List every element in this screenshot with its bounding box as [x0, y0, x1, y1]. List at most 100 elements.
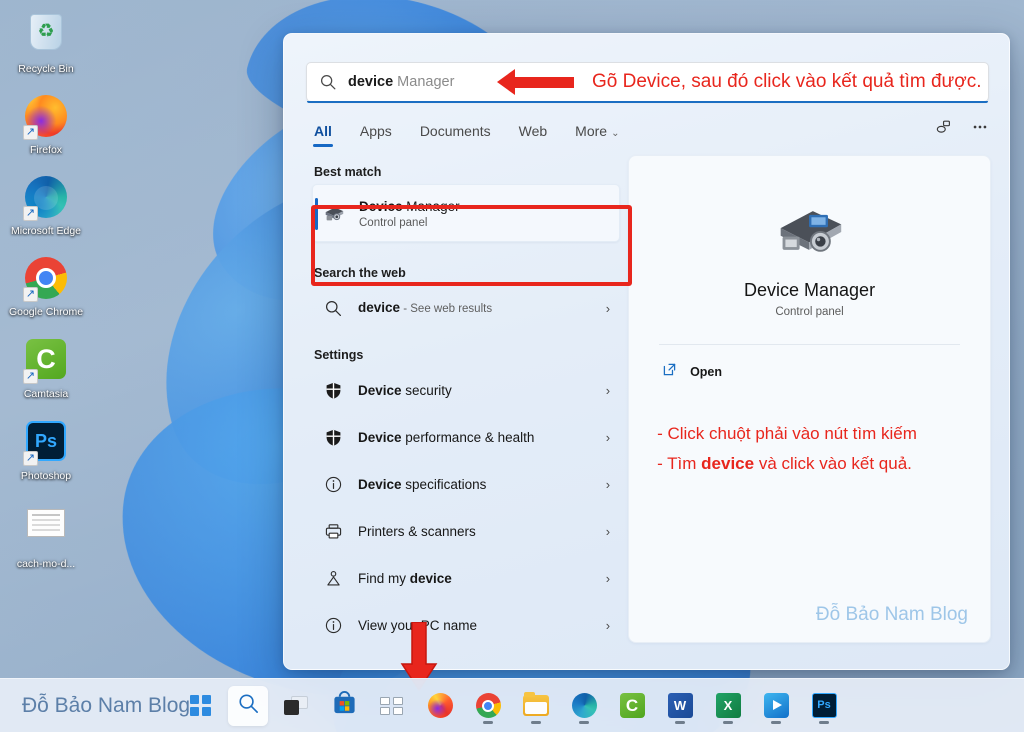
- annotation-line-2-bold: device: [701, 454, 755, 473]
- preview-subtitle: Control panel: [775, 306, 844, 318]
- photoshop-icon: [811, 693, 837, 718]
- photoshop-icon: ↗: [23, 421, 69, 467]
- result-title-rest: Manager: [402, 198, 460, 214]
- word-icon: [667, 693, 693, 718]
- settings-item-view-your-pc-name[interactable]: View your PC name ›: [312, 602, 620, 649]
- chevron-right-icon: ›: [605, 430, 611, 445]
- camtasia-icon: [619, 693, 645, 718]
- result-title-rest: Find my: [358, 571, 410, 586]
- running-indicator: [483, 720, 493, 724]
- task-view-icon: [284, 696, 308, 715]
- media-player-button[interactable]: [756, 686, 796, 726]
- camtasia-button[interactable]: [612, 686, 652, 726]
- tab-label: Apps: [359, 123, 392, 139]
- shortcut-arrow-icon: ↗: [23, 369, 38, 384]
- selection-indicator: [315, 198, 318, 230]
- search-results-column: Best match Device Manager Control panel …: [284, 155, 628, 646]
- desktop-icon-camtasia[interactable]: ↗ Camtasia: [0, 330, 92, 404]
- chrome-button[interactable]: [468, 686, 508, 726]
- tab-documents[interactable]: Documents: [418, 119, 493, 149]
- photoshop-button[interactable]: [804, 686, 844, 726]
- desktop-icon-firefox[interactable]: ↗ Firefox: [0, 87, 92, 160]
- settings-item-device-security[interactable]: Device security ›: [312, 367, 620, 414]
- desktop-icon-photoshop[interactable]: ↗ Photoshop: [0, 412, 92, 486]
- tab-more[interactable]: More ⌄: [573, 119, 621, 149]
- device-manager-icon: [321, 200, 347, 226]
- settings-item-find-my-device[interactable]: Find my device ›: [312, 555, 620, 602]
- tab-apps[interactable]: Apps: [358, 119, 394, 149]
- desktop-icon-list: Recycle Bin ↗ Firefox ↗ Microsoft Edge ↗…: [0, 4, 92, 582]
- annotation-top-text: Gõ Device, sau đó click vào kết quả tìm …: [592, 71, 982, 92]
- more-options-icon[interactable]: [971, 118, 989, 141]
- preview-column: Device Manager Control panel Open - Clic…: [628, 155, 1009, 646]
- settings-item-printers-scanners[interactable]: Printers & scanners ›: [312, 508, 620, 555]
- best-match-result-device-manager[interactable]: Device Manager Control panel: [312, 184, 621, 242]
- section-heading-settings: Settings: [314, 348, 364, 362]
- device-manager-icon: [767, 196, 853, 266]
- shortcut-arrow-icon: ↗: [23, 451, 38, 466]
- tab-all[interactable]: All: [312, 119, 334, 149]
- settings-item-device-specifications[interactable]: Device specifications ›: [312, 461, 620, 508]
- desktop-icon-label: Firefox: [29, 144, 63, 156]
- result-title: Device Manager: [359, 198, 460, 215]
- search-input-text: device Manager: [348, 74, 454, 90]
- feedback-icon[interactable]: [935, 118, 953, 141]
- widgets-button[interactable]: [372, 686, 412, 726]
- preview-card: Device Manager Control panel Open - Clic…: [628, 155, 991, 643]
- tab-label: Web: [518, 123, 548, 139]
- edge-button[interactable]: [564, 686, 604, 726]
- file-explorer-button[interactable]: [516, 686, 556, 726]
- search-suggestion-text: Manager: [393, 74, 455, 90]
- desktop-icon-microsoft-edge[interactable]: ↗ Microsoft Edge: [0, 168, 92, 241]
- desktop-icon-recycle-bin[interactable]: Recycle Bin: [0, 4, 92, 79]
- search-button[interactable]: [228, 685, 268, 726]
- chrome-icon: [475, 693, 501, 718]
- result-title-bold: Device: [358, 477, 402, 492]
- result-title-rest: performance & health: [401, 430, 535, 445]
- result-title: device - See web results: [358, 299, 492, 318]
- folder-icon: [523, 692, 549, 716]
- running-indicator: [723, 720, 733, 724]
- running-indicator: [819, 720, 829, 724]
- search-typed-text: device: [348, 74, 394, 90]
- annotation-line-2-post: và click vào kết quả.: [754, 454, 912, 473]
- annotation-line-2-pre: - Tìm: [657, 454, 702, 473]
- task-view-button[interactable]: [276, 686, 316, 726]
- shield-icon: [320, 425, 346, 451]
- widgets-icon: [380, 696, 404, 715]
- settings-item-device-performance-health[interactable]: Device performance & health ›: [312, 414, 620, 461]
- desktop-icon-google-chrome[interactable]: ↗ Google Chrome: [0, 249, 92, 322]
- chevron-right-icon: ›: [605, 618, 611, 633]
- recycle-bin-icon: [23, 14, 69, 60]
- tab-label: All: [314, 123, 332, 139]
- excel-button[interactable]: [708, 686, 748, 726]
- open-action-button[interactable]: Open: [655, 345, 964, 383]
- taskbar: Đỗ Bảo Nam Blog: [0, 678, 1024, 732]
- running-indicator: [675, 720, 685, 724]
- chevron-right-icon: ›: [605, 301, 611, 316]
- result-title: Printers & scanners: [358, 523, 476, 540]
- edge-icon: [571, 693, 597, 718]
- result-subtitle: Control panel: [359, 216, 428, 229]
- search-input-focus-underline: [307, 101, 988, 103]
- search-filter-tabs: All Apps Documents Web More ⌄: [284, 102, 1009, 149]
- chevron-right-icon: ›: [605, 477, 611, 492]
- tab-label: More: [575, 123, 608, 139]
- search-input[interactable]: device Manager Gõ Device, sau đó click v…: [306, 62, 989, 103]
- tab-web[interactable]: Web: [517, 119, 550, 149]
- preview-title: Device Manager: [744, 280, 876, 300]
- web-result-device[interactable]: device - See web results ›: [312, 285, 620, 332]
- word-button[interactable]: [660, 686, 700, 726]
- annotation-right-block: - Click chuột phải vào nút tìm kiếm - Tì…: [655, 383, 964, 479]
- microsoft-store-button[interactable]: [324, 686, 364, 726]
- start-button[interactable]: [180, 686, 220, 726]
- desktop-icon-label: Camtasia: [23, 388, 69, 400]
- result-title-rest: specifications: [401, 477, 487, 492]
- result-title-bold: Device: [358, 430, 402, 445]
- desktop-icon-document[interactable]: cach-mo-d...: [0, 494, 92, 574]
- result-title-rest: - See web results: [400, 303, 493, 315]
- panel-watermark: Đỗ Bảo Nam Blog: [815, 604, 968, 625]
- firefox-button[interactable]: [420, 686, 460, 726]
- section-heading-search-the-web: Search the web: [314, 266, 406, 280]
- running-indicator: [531, 720, 541, 724]
